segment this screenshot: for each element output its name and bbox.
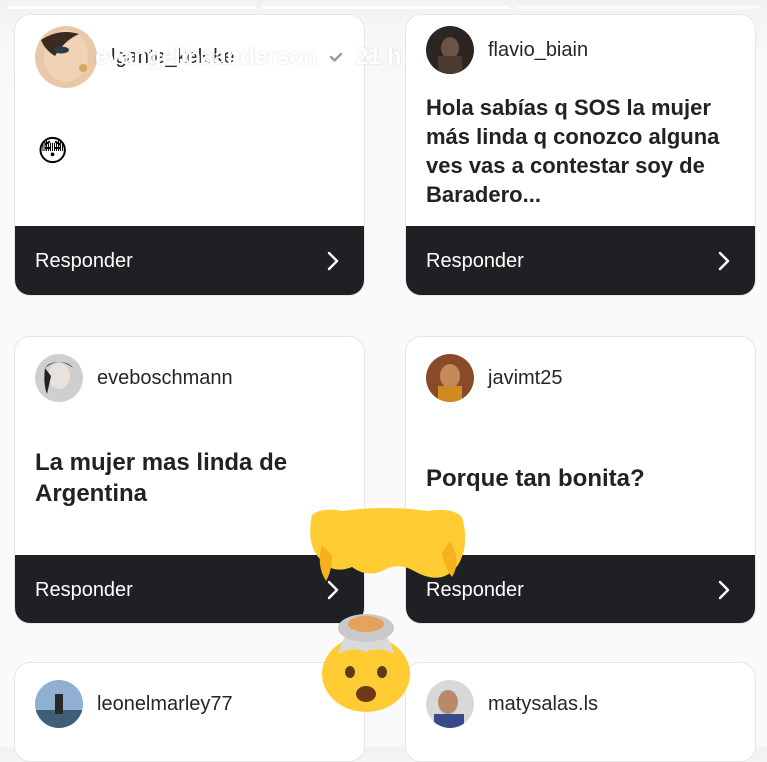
question-card: matysalas.ls <box>405 662 756 762</box>
emoji-message: 😳 <box>37 135 69 168</box>
story-progress-bar-3 <box>516 6 760 9</box>
username[interactable]: leonelmarley77 <box>97 693 233 716</box>
question-card: flavio_biain Hola sabías q SOS la mujer … <box>405 14 756 296</box>
story-header: evangelinaanderson 21 h <box>95 43 401 70</box>
username[interactable]: flavio_biain <box>488 39 588 62</box>
avatar[interactable] <box>426 26 474 74</box>
avatar[interactable] <box>35 680 83 728</box>
reply-label: Responder <box>35 249 133 272</box>
exploding-head-emoji <box>322 614 410 712</box>
question-card: leonelmarley77 <box>14 662 365 762</box>
reply-button[interactable]: Responder <box>406 226 755 295</box>
question-text: Hola sabías q SOS la mujer más linda q c… <box>426 95 720 207</box>
avatar[interactable] <box>35 26 97 88</box>
chevron-right-icon <box>718 251 730 271</box>
question-text: Porque tan bonita? <box>426 465 645 492</box>
username[interactable]: matysalas.ls <box>488 693 598 716</box>
chevron-right-icon <box>327 251 339 271</box>
story-progress-bar-1 <box>8 6 256 9</box>
avatar[interactable] <box>426 680 474 728</box>
verified-badge-icon <box>326 46 347 67</box>
reply-label: Responder <box>35 578 133 601</box>
story-progress-bar-2 <box>262 6 510 9</box>
reply-label: Responder <box>426 249 524 272</box>
username[interactable]: javimt25 <box>488 367 562 390</box>
avatar[interactable] <box>35 354 83 402</box>
story-timestamp: 21 h <box>355 43 402 69</box>
sticker-explosion-cloud <box>310 508 466 581</box>
avatar[interactable] <box>426 354 474 402</box>
more-horizontal-icon[interactable]: ••• <box>638 48 668 79</box>
username[interactable]: eveboschmann <box>97 367 233 390</box>
story-account-name[interactable]: evangelinaanderson <box>95 43 317 70</box>
question-text: La mujer mas linda de Argentina <box>35 449 288 507</box>
close-icon[interactable] <box>714 40 756 82</box>
chevron-right-icon <box>718 580 730 600</box>
reply-button[interactable]: Responder <box>15 226 364 295</box>
